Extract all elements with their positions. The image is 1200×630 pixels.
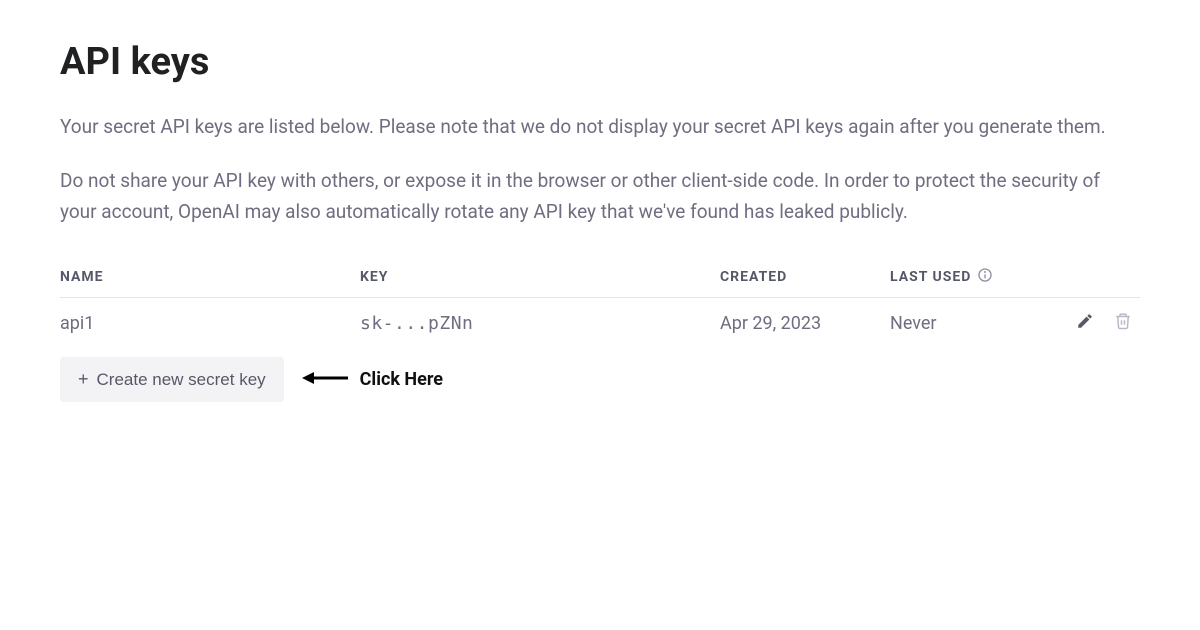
table-header-key: KEY — [360, 269, 720, 285]
table-header-lastused: LAST USED — [890, 267, 1140, 287]
key-lastused-cell: Never — [890, 313, 1060, 334]
api-keys-table: NAME KEY CREATED LAST USED api1 sk-...pZ… — [60, 267, 1140, 349]
annotation-arrow-wrap: Click Here — [302, 369, 443, 390]
info-icon[interactable] — [977, 267, 993, 287]
key-created-cell: Apr 29, 2023 — [720, 313, 890, 334]
description-paragraph-2: Do not share your API key with others, o… — [60, 166, 1140, 227]
key-value-cell: sk-...pZNn — [360, 313, 720, 334]
table-header-row: NAME KEY CREATED LAST USED — [60, 267, 1140, 298]
edit-icon[interactable] — [1076, 312, 1094, 335]
key-name-cell: api1 — [60, 313, 360, 334]
table-header-created: CREATED — [720, 269, 890, 285]
arrow-icon — [302, 370, 350, 389]
click-here-annotation: Click Here — [360, 369, 443, 390]
plus-icon: + — [78, 369, 89, 390]
trash-icon[interactable] — [1114, 312, 1132, 335]
table-header-name: NAME — [60, 269, 360, 285]
table-header-lastused-label: LAST USED — [890, 269, 971, 285]
create-secret-key-button[interactable]: + Create new secret key — [60, 357, 284, 402]
create-key-row: + Create new secret key Click Here — [60, 357, 1140, 402]
table-row: api1 sk-...pZNn Apr 29, 2023 Never — [60, 298, 1140, 349]
page-title: API keys — [60, 40, 1140, 84]
create-button-label: Create new secret key — [97, 370, 266, 390]
key-actions-cell — [1060, 312, 1140, 335]
description-paragraph-1: Your secret API keys are listed below. P… — [60, 112, 1140, 142]
